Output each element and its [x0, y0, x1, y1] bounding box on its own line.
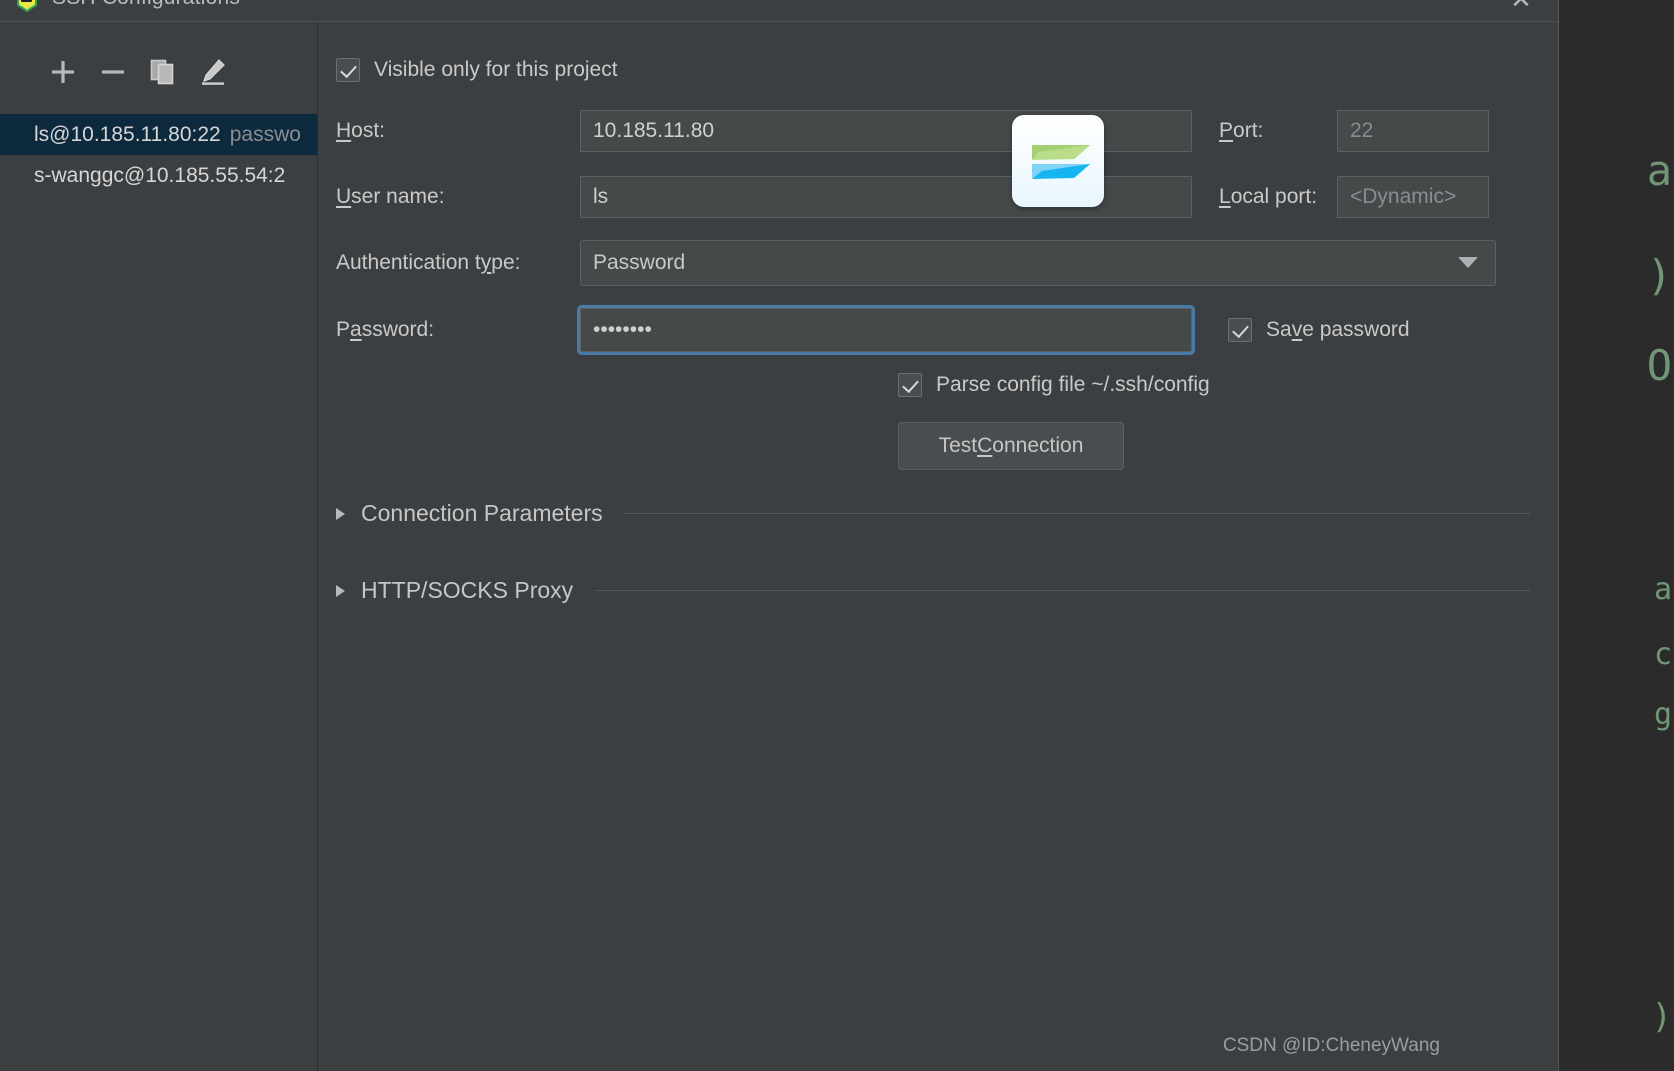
section-divider — [624, 513, 1530, 514]
port-input[interactable] — [1337, 110, 1489, 152]
list-item[interactable]: ls@10.185.11.80:22 passwo — [0, 114, 317, 155]
remove-configuration-button[interactable] — [88, 52, 138, 92]
test-connection-button[interactable]: Test Connection — [898, 422, 1124, 470]
list-item[interactable]: s-wanggc@10.185.55.54:2 — [0, 155, 317, 196]
auth-type-row: Authentication type: Password — [336, 240, 1530, 286]
auth-type-value: Password — [593, 251, 686, 274]
parse-config-label: Parse config file ~/.ssh/config — [936, 373, 1210, 396]
local-port-input[interactable] — [1337, 176, 1489, 218]
background-code-glyph: a — [1646, 146, 1672, 195]
dialog-body: ls@10.185.11.80:22 passwo s-wanggc@10.18… — [0, 22, 1558, 1071]
chevron-right-icon[interactable] — [336, 507, 345, 520]
snipaste-logo-icon — [1012, 115, 1104, 207]
watermark: CSDN @ID:CheneyWang — [1222, 1035, 1440, 1056]
ssh-configurations-icon — [14, 0, 40, 14]
config-name: ls@10.185.11.80:22 — [34, 122, 221, 146]
copy-icon — [150, 59, 174, 85]
section-divider — [595, 590, 1530, 591]
add-configuration-button[interactable] — [38, 52, 88, 92]
username-label: User name: — [336, 185, 445, 208]
port-label: Port: — [1219, 119, 1264, 142]
host-row: Host: Port: — [336, 110, 1530, 152]
password-label: Password: — [336, 318, 435, 341]
background-code-column: a ) O a c g ) — [1558, 0, 1674, 1071]
dialog-title: SSH Configurations — [52, 0, 240, 10]
host-label: Host: — [336, 119, 386, 142]
parse-config-row: Parse config file ~/.ssh/config — [898, 373, 1530, 397]
copy-configuration-button[interactable] — [138, 52, 188, 92]
pencil-icon — [202, 59, 225, 85]
password-row: Password: Save password — [336, 308, 1530, 352]
http-socks-proxy-label: HTTP/SOCKS Proxy — [361, 577, 574, 603]
config-name: s-wanggc@10.185.55.54:2 — [34, 163, 286, 187]
minus-icon — [102, 70, 124, 74]
visible-only-row: Visible only for this project — [336, 58, 1530, 82]
visible-only-checkbox[interactable] — [336, 58, 360, 82]
configurations-panel: ls@10.185.11.80:22 passwo s-wanggc@10.18… — [0, 22, 318, 1071]
plus-icon — [52, 61, 74, 83]
configurations-list[interactable]: ls@10.185.11.80:22 passwo s-wanggc@10.18… — [0, 114, 317, 196]
background-code-glyph: O — [1646, 341, 1672, 390]
background-code-glyph: c — [1653, 637, 1672, 672]
visible-only-label: Visible only for this project — [374, 58, 618, 81]
chevron-right-icon[interactable] — [336, 584, 345, 597]
save-password-label: Save password — [1266, 318, 1410, 341]
parse-config-checkbox[interactable] — [898, 373, 922, 397]
configuration-form: Visible only for this project Host: Port… — [318, 22, 1558, 1071]
edit-configuration-button[interactable] — [188, 52, 238, 92]
dialog-titlebar: SSH Configurations ✕ — [0, 0, 1558, 22]
http-socks-proxy-section[interactable]: HTTP/SOCKS Proxy — [336, 577, 1530, 604]
password-input[interactable] — [580, 308, 1192, 352]
connection-parameters-section[interactable]: Connection Parameters — [336, 500, 1530, 527]
auth-type-label: Authentication type: — [336, 251, 521, 274]
config-auth: passwo — [229, 122, 301, 146]
close-icon[interactable]: ✕ — [1506, 0, 1536, 14]
configurations-toolbar — [0, 22, 317, 94]
username-row: User name: Local port: — [336, 176, 1530, 218]
ssh-configurations-dialog: SSH Configurations ✕ — [0, 0, 1559, 1071]
local-port-label: Local port: — [1219, 185, 1318, 208]
connection-parameters-label: Connection Parameters — [361, 500, 603, 526]
background-code-glyph: ) — [1651, 997, 1672, 1037]
test-connection-row: Test Connection — [898, 422, 1530, 470]
background-code-glyph: g — [1653, 697, 1672, 732]
background-code-glyph: a — [1653, 572, 1672, 607]
chevron-down-icon — [1457, 251, 1479, 275]
background-code-glyph: ) — [1646, 251, 1672, 300]
save-password-checkbox[interactable] — [1228, 318, 1252, 342]
auth-type-select[interactable]: Password — [580, 240, 1496, 286]
